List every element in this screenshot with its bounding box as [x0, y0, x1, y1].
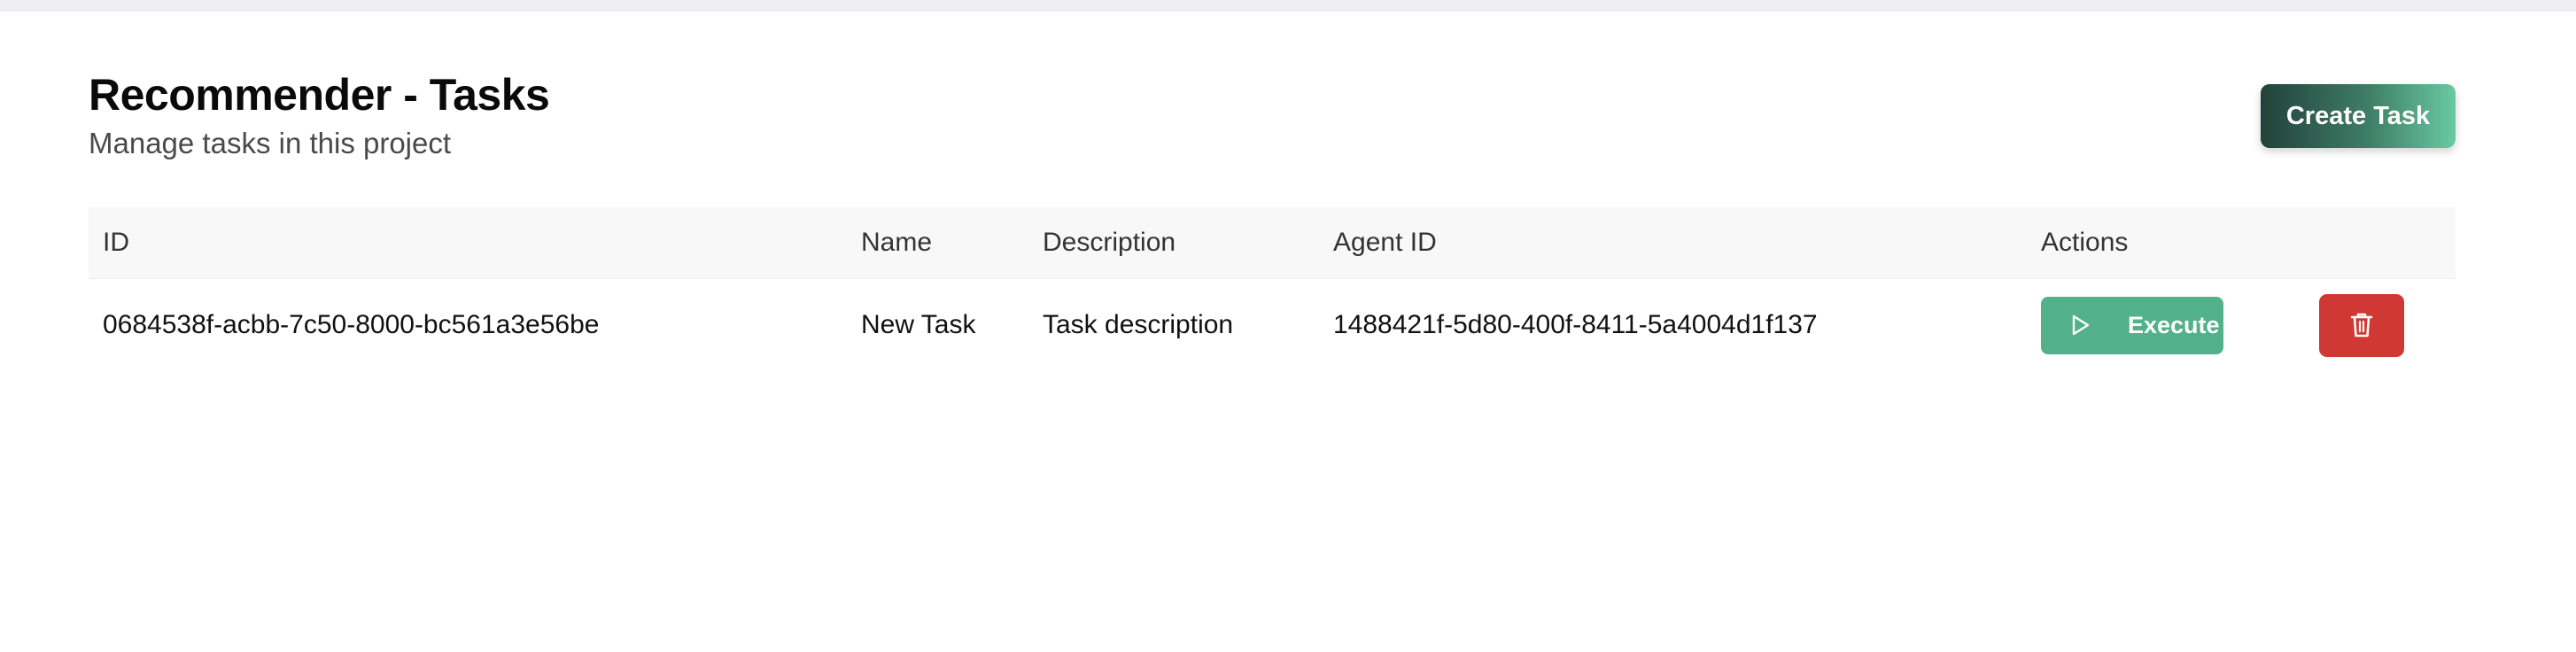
task-name-cell: New Task [861, 309, 976, 339]
actions-cell: Execute [2027, 278, 2456, 371]
column-header-name: Name [847, 207, 1028, 279]
top-bar [0, 0, 2576, 12]
delete-button[interactable] [2319, 293, 2404, 357]
execute-label: Execute [2128, 311, 2220, 338]
trash-icon [2350, 313, 2373, 338]
page-subtitle: Manage tasks in this project [89, 127, 452, 159]
tasks-table: ID Name Description Agent ID Actions 068… [89, 207, 2456, 371]
task-id-cell: 0684538f-acbb-7c50-8000-bc561a3e56be [103, 309, 600, 339]
column-header-description: Description [1028, 207, 1319, 279]
create-task-button[interactable]: Create Task [2261, 84, 2456, 148]
column-header-actions: Actions [2027, 207, 2456, 279]
page-title: Recommender - Tasks [89, 70, 550, 120]
table-row: 0684538f-acbb-7c50-8000-bc561a3e56be New… [89, 278, 2456, 371]
play-icon [2072, 314, 2090, 336]
column-header-id: ID [89, 207, 847, 279]
column-header-agent-id: Agent ID [1319, 207, 2027, 279]
task-description-cell: Task description [1043, 309, 1234, 339]
execute-button[interactable]: Execute [2041, 296, 2223, 354]
agent-id-cell: 1488421f-5d80-400f-8411-5a4004d1f137 [1333, 309, 1818, 339]
table-header-row: ID Name Description Agent ID Actions [89, 207, 2456, 279]
